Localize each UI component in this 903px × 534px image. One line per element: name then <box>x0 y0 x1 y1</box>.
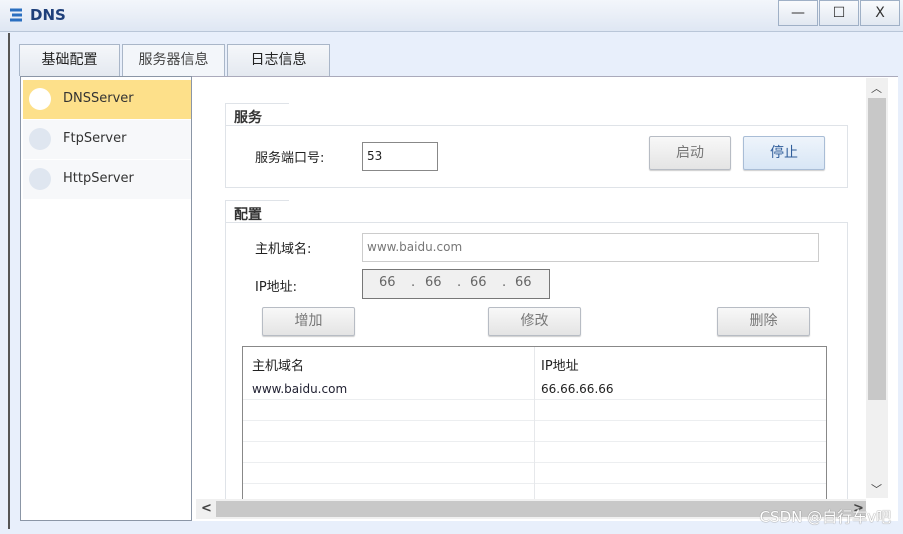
dns-records-table: 主机域名 IP地址 www.baidu.com 66.66.66.66 <box>242 346 827 506</box>
ip-dot: . <box>502 275 507 290</box>
delete-button[interactable]: 删除 <box>717 307 810 336</box>
server-label: DNSServer <box>63 91 134 106</box>
ip-octet-1[interactable]: 66 <box>379 275 396 290</box>
server-icon <box>29 168 51 190</box>
tab-server-info[interactable]: 服务器信息 <box>122 44 225 76</box>
ip-octet-3[interactable]: 66 <box>470 275 487 290</box>
server-item-http[interactable]: HttpServer <box>23 160 191 199</box>
start-button[interactable]: 启动 <box>649 136 731 170</box>
tab-log-info[interactable]: 日志信息 <box>227 44 330 76</box>
close-button[interactable]: X <box>860 0 900 26</box>
service-group-title: 服务 <box>225 103 289 126</box>
server-icon <box>29 128 51 150</box>
host-input[interactable]: www.baidu.com <box>362 233 819 262</box>
server-label: HttpServer <box>63 171 134 186</box>
stop-button[interactable]: 停止 <box>743 136 825 170</box>
add-button[interactable]: 增加 <box>262 307 355 336</box>
server-item-dns[interactable]: DNSServer <box>23 80 191 119</box>
ip-input[interactable]: 66 . 66 . 66 . 66 <box>362 269 550 299</box>
ip-octet-2[interactable]: 66 <box>425 275 442 290</box>
title-bar: DNS — ☐ X <box>0 0 903 32</box>
server-item-ftp[interactable]: FtpServer <box>23 120 191 159</box>
cell-ip: 66.66.66.66 <box>541 382 614 396</box>
maximize-button[interactable]: ☐ <box>819 0 859 26</box>
ip-dot: . <box>457 275 462 290</box>
app-icon <box>10 8 22 22</box>
watermark: CSDN @自行车v吧 <box>759 508 891 526</box>
config-group-title: 配置 <box>225 200 289 223</box>
port-label: 服务端口号: <box>255 151 325 166</box>
host-label: 主机域名: <box>255 242 312 257</box>
server-icon <box>29 88 51 110</box>
column-header-host[interactable]: 主机域名 <box>252 355 304 374</box>
scroll-up-icon[interactable]: ︿ <box>871 80 882 96</box>
server-label: FtpServer <box>63 131 127 146</box>
server-list: DNSServer FtpServer HttpServer <box>20 76 192 521</box>
scroll-down-icon[interactable]: ﹀ <box>871 481 882 497</box>
ip-octet-4[interactable]: 66 <box>515 275 532 290</box>
ip-dot: . <box>411 275 416 290</box>
cell-host: www.baidu.com <box>252 382 348 396</box>
ip-label: IP地址: <box>255 280 298 295</box>
column-header-ip[interactable]: IP地址 <box>541 355 579 374</box>
scroll-left-icon[interactable]: < <box>201 501 212 516</box>
window-title: DNS <box>30 6 66 24</box>
modify-button[interactable]: 修改 <box>488 307 581 336</box>
port-input[interactable]: 53 <box>362 142 438 171</box>
tab-basic-config[interactable]: 基础配置 <box>19 44 120 76</box>
column-divider <box>534 347 535 505</box>
vertical-scroll-thumb[interactable] <box>868 98 886 400</box>
minimize-button[interactable]: — <box>778 0 818 26</box>
